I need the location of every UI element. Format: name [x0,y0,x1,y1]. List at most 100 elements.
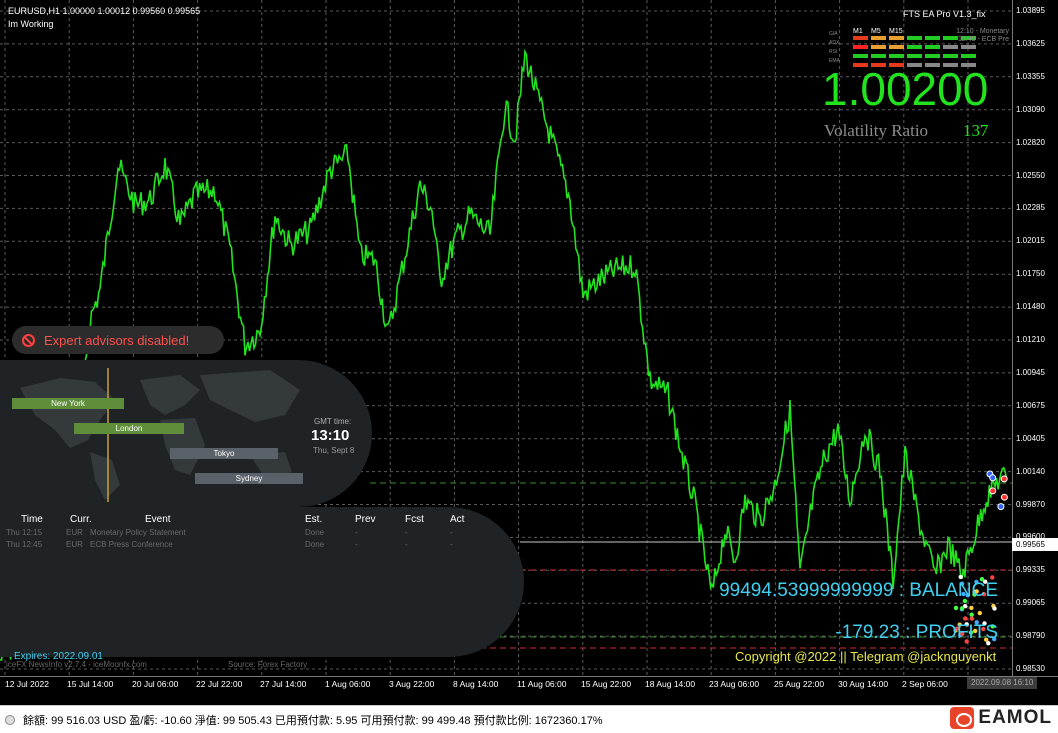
ea-disabled-text: Expert advisors disabled! [44,332,190,348]
news-cell: EUR [66,540,83,549]
signal-cell [871,45,886,49]
trade-marker [969,616,975,621]
session-bar-tokyo: Tokyo [170,448,278,459]
trade-marker [990,575,995,580]
news-header-time: Time [21,514,43,525]
price-tick-label: 0.98530 [1016,664,1045,673]
timeframe-label-m5: M5 [871,28,881,35]
trade-marker [1000,493,1008,501]
copyright-text: Copyright @2022 || Telegram @jacknguyenk… [735,649,997,664]
time-tick-label: 15 Jul 14:00 [67,679,114,689]
time-tick-label: 1 Aug 06:00 [325,679,371,689]
trade-marker [958,574,963,580]
price-tick-label: 1.01480 [1016,302,1045,312]
price-tick-label: 1.03895 [1016,6,1045,15]
signal-cell [871,54,886,58]
price-tick-label: 0.99870 [1016,499,1045,509]
news-cell: Thu 12:15 [6,528,43,537]
signal-cell [853,54,868,58]
signal-cell [961,45,976,49]
gmt-date: Thu, Sept 8 [313,446,355,455]
indicator-row-label: GIA [829,31,838,37]
signal-cell [889,54,904,58]
time-tick-label: 20 Jul 06:00 [132,679,179,689]
news-header-previous: Prev [355,514,376,525]
ea-status-text: Im Working [8,19,54,29]
news-cell: - [355,540,358,549]
news-header-currency: Curr. [70,514,92,525]
time-tick-label: 8 Aug 14:00 [453,679,499,689]
trade-marker [989,487,997,495]
signal-cell [889,45,904,49]
trade-marker [977,610,982,616]
timeframe-label-m1: M1 [853,28,863,35]
signal-cell [889,36,904,40]
eamol-logo-icon [950,707,975,729]
indicator-row-label: RSI [829,49,838,55]
time-tick-label: 15 Aug 22:00 [581,679,632,689]
trade-marker [997,503,1005,511]
time-tick-label: 3 Aug 22:00 [389,679,435,689]
price-tick-label: 1.03090 [1016,104,1045,114]
signal-cell [853,36,868,40]
news-cell: ECB Press Conference [90,540,173,549]
news-alert-label: 12:45 - ECB Pre [958,36,1009,43]
trade-marker [959,606,965,611]
news-cell: - [405,528,408,537]
news-header-estimate: Est. [305,514,323,525]
price-tick-label: 0.99065 [1016,598,1045,608]
session-bar-sydney: Sydney [195,473,303,484]
news-cell: Done [305,528,325,537]
price-tick-label: 1.00140 [1016,466,1045,476]
news-cell: Monetary Policy Statement [90,528,186,537]
time-tick-label: 18 Aug 14:00 [645,679,696,689]
signal-cell [853,45,868,49]
price-tick-label: 1.00405 [1016,433,1045,443]
volatility-value: 137 [963,121,989,140]
price-tick-label: 1.02550 [1016,170,1045,180]
time-tick-label: 27 Jul 14:00 [260,679,307,689]
news-cell: - [355,528,358,537]
news-alert-label: 12:10 - Monetary [956,28,1009,35]
price-tick-label: 1.00945 [1016,367,1045,377]
trade-marker [992,606,997,611]
signal-cell [943,36,958,40]
signal-cell [871,36,886,40]
signal-cell [943,54,958,58]
price-tick-label: 1.00675 [1016,400,1045,410]
time-tick-label: 11 Aug 06:00 [517,679,567,689]
big-price-display: 1.00200 [822,63,989,115]
signal-cell [961,54,976,58]
news-cell: Thu 12:45 [6,540,43,549]
news-cell: - [405,540,408,549]
signal-cell [907,36,922,40]
trade-marker [969,605,974,611]
price-tick-label: 1.03625 [1016,38,1045,48]
price-tick-label: 1.01750 [1016,269,1045,279]
news-header-event: Event [145,514,171,525]
signal-cell [925,36,940,40]
trade-marker [1000,475,1008,483]
trade-marker [989,474,997,482]
news-cell: - [450,528,453,537]
time-tick-label: 25 Aug 22:00 [774,679,825,689]
price-tick-label: 0.99335 [1016,565,1045,575]
volatility-label: Volatility Ratio [824,121,929,140]
time-tick-label: 30 Aug 14:00 [838,679,889,689]
trade-marker [963,616,968,621]
prohibited-icon [22,333,35,347]
news-footer-source: Source: Forex Factory [228,660,308,669]
time-tick-label: 12 Jul 2022 [5,679,49,689]
profit-readout: -179.23 : PROFITS [835,622,998,643]
price-tick-label: 1.02285 [1016,203,1045,213]
symbol-title: EURUSD,H1 1.00000 1.00012 0.99560 0.9956… [8,6,201,16]
price-tick-label: 1.01210 [1016,335,1045,344]
brand-logo: EAMOL [950,707,1052,729]
time-tick-label: 2 Sep 06:00 [902,679,948,689]
account-status-bar: 餘額: 99 516.03 USD 盈/虧: -10.60 淨值: 99 505… [0,705,1058,733]
signal-cell [907,54,922,58]
session-bar-london: London [74,423,184,434]
signal-cell [925,54,940,58]
ea-disabled-banner[interactable]: Expert advisors disabled! [12,326,224,354]
price-tick-label: 1.02015 [1016,236,1045,246]
